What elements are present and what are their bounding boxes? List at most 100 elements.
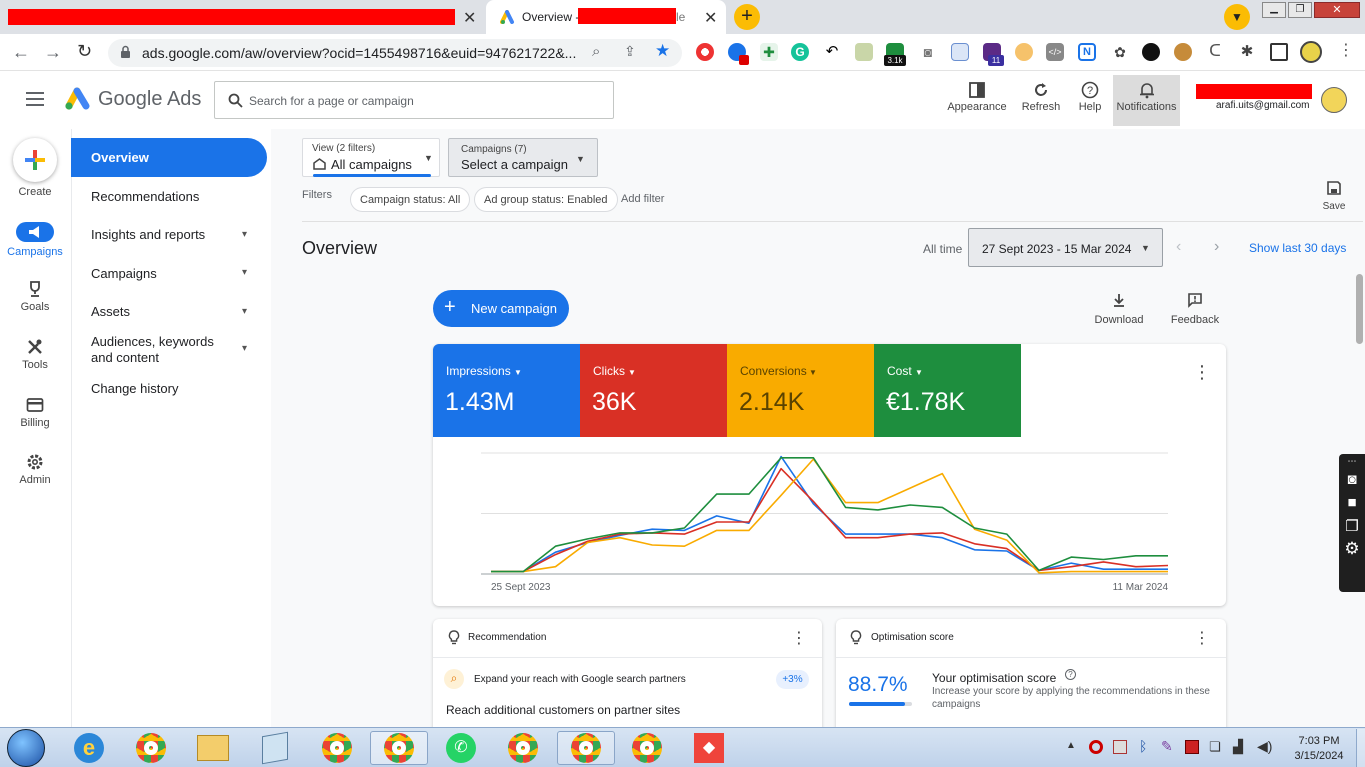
- pen-tray-icon[interactable]: ✎: [1161, 738, 1173, 755]
- nav-item-recommendations[interactable]: Recommendations: [91, 189, 199, 204]
- taskbar-whatsapp[interactable]: ✆: [440, 731, 482, 765]
- new-tab-button[interactable]: +: [734, 4, 760, 30]
- feedback-button[interactable]: Feedback: [1168, 292, 1222, 326]
- clipboard-tray-icon[interactable]: ❏: [1209, 739, 1221, 755]
- metric-tile-clicks[interactable]: Clicks ▼ 36K: [580, 344, 727, 437]
- show-hidden-icons-icon[interactable]: ▲: [1066, 740, 1076, 751]
- help-button[interactable]: ? Help: [1060, 78, 1120, 124]
- more-options-icon[interactable]: ⋮: [791, 628, 807, 648]
- more-options-icon[interactable]: ⋮: [1194, 628, 1210, 648]
- eye-extension-icon[interactable]: [1142, 43, 1160, 61]
- page-scrollbar-thumb[interactable]: [1356, 274, 1363, 344]
- recommendation-item[interactable]: Expand your reach with Google search par…: [474, 674, 686, 685]
- admin-rail-item[interactable]: Admin: [0, 453, 70, 486]
- c-extension-icon[interactable]: ᑕ: [1206, 43, 1224, 61]
- close-tab-icon[interactable]: ✕: [704, 8, 717, 28]
- window-capture-icon[interactable]: ❐: [1339, 517, 1365, 535]
- taskbar-chrome[interactable]: [130, 731, 172, 765]
- pokeball-extension-icon[interactable]: [696, 43, 714, 61]
- image-extension-icon[interactable]: [855, 43, 873, 61]
- filter-chip-campaign-status[interactable]: Campaign status: All: [350, 187, 471, 212]
- metric-tile-conversions[interactable]: Conversions ▼ 2.14K: [727, 344, 874, 437]
- start-button[interactable]: [7, 729, 45, 767]
- grammarly-icon[interactable]: G: [791, 43, 809, 61]
- billing-rail-item[interactable]: Billing: [0, 396, 70, 429]
- save-button[interactable]: Save: [1316, 180, 1352, 212]
- appearance-button[interactable]: Appearance: [947, 78, 1007, 124]
- show-desktop-button[interactable]: [1356, 729, 1365, 767]
- search-box[interactable]: Search for a page or campaign: [214, 81, 614, 119]
- browser-menu-icon[interactable]: ⋮: [1338, 40, 1354, 60]
- camera-extension-icon[interactable]: ◙: [919, 43, 937, 61]
- reload-icon[interactable]: ↻: [77, 41, 92, 62]
- previous-period-chevron-icon[interactable]: ‹: [1176, 238, 1181, 256]
- campaign-selector-dropdown[interactable]: Campaigns (7) Select a campaign ▼: [448, 138, 598, 177]
- date-range-picker[interactable]: 27 Sept 2023 - 15 Mar 2024 ▼: [968, 228, 1163, 267]
- browser-tab-inactive[interactable]: ✕: [0, 0, 486, 34]
- window-close-button[interactable]: ✕: [1314, 2, 1360, 18]
- taskbar-chrome-active[interactable]: [370, 731, 428, 765]
- taskbar-anydesk[interactable]: ◆: [688, 731, 730, 765]
- filter-chip-ad-group-status[interactable]: Ad group status: Enabled: [474, 187, 618, 212]
- profile-avatar[interactable]: [1300, 41, 1322, 63]
- plus-extension-icon[interactable]: ✚: [760, 43, 778, 61]
- cookie-extension-icon[interactable]: [1174, 43, 1192, 61]
- metric-tile-impressions[interactable]: Impressions ▼ 1.43M: [433, 344, 580, 437]
- account-avatar[interactable]: [1321, 87, 1347, 113]
- notifications-button[interactable]: Notifications: [1113, 75, 1180, 126]
- video-record-icon[interactable]: ■: [1339, 494, 1365, 511]
- bookmark-star-icon[interactable]: ★: [655, 41, 670, 61]
- create-button[interactable]: [13, 138, 57, 182]
- taskbar-chrome-profile-4[interactable]: [557, 731, 615, 765]
- back-arrow-icon[interactable]: ←: [12, 42, 30, 63]
- taskbar-chrome-profile-5[interactable]: [626, 731, 668, 765]
- tray-app-icon[interactable]: [1113, 740, 1127, 754]
- tab-search-chevron-icon[interactable]: ▼: [1224, 4, 1250, 30]
- curl-extension-icon[interactable]: ↶: [823, 43, 841, 61]
- nav-item-insights[interactable]: Insights and reports: [91, 227, 205, 242]
- nav-item-assets[interactable]: Assets: [91, 304, 130, 319]
- taskbar-notepad[interactable]: [254, 731, 296, 765]
- browser-tab-active[interactable]: Overview - le ✕: [486, 0, 726, 34]
- zoom-icon[interactable]: ⌕: [592, 43, 600, 60]
- chevron-down-icon[interactable]: ▾: [242, 229, 247, 240]
- goals-rail-item[interactable]: Goals: [0, 280, 70, 313]
- bluetooth-icon[interactable]: ᛒ: [1139, 738, 1147, 754]
- campaigns-rail-item[interactable]: [16, 222, 54, 242]
- help-icon[interactable]: ?: [1065, 669, 1076, 680]
- nav-item-audiences[interactable]: Audiences, keywords and content: [91, 334, 236, 366]
- more-options-icon[interactable]: ⋮: [1193, 362, 1211, 383]
- orange-extension-icon[interactable]: [1015, 43, 1033, 61]
- extensions-puzzle-icon[interactable]: ✱: [1238, 43, 1256, 61]
- widget-handle-icon[interactable]: ⋯: [1339, 456, 1365, 467]
- n-extension-icon[interactable]: N: [1078, 43, 1096, 61]
- close-tab-icon[interactable]: ✕: [463, 8, 476, 28]
- taskbar-chrome-profile-r[interactable]: [316, 731, 358, 765]
- new-campaign-button[interactable]: + New campaign: [433, 290, 569, 327]
- chevron-down-icon[interactable]: ▾: [242, 267, 247, 278]
- taskbar-internet-explorer[interactable]: e: [68, 731, 110, 765]
- metric-tile-cost[interactable]: Cost ▼ €1.78K: [874, 344, 1021, 437]
- record-tray-icon[interactable]: [1089, 740, 1103, 754]
- side-panel-icon[interactable]: [1270, 43, 1288, 61]
- chevron-down-icon[interactable]: ▾: [242, 343, 247, 354]
- taskbar-chrome-profile-s[interactable]: [502, 731, 544, 765]
- share-icon[interactable]: ⇪: [624, 43, 636, 60]
- chevron-down-icon[interactable]: ▾: [242, 306, 247, 317]
- nav-item-campaigns[interactable]: Campaigns: [91, 266, 157, 281]
- clock[interactable]: 7:03 PM 3/15/2024: [1284, 734, 1354, 764]
- tools-rail-item[interactable]: Tools: [0, 338, 70, 371]
- volume-icon[interactable]: ◀): [1257, 738, 1272, 755]
- nav-item-change-history[interactable]: Change history: [91, 381, 178, 396]
- hamburger-menu-icon[interactable]: [26, 92, 44, 106]
- bug-extension-icon[interactable]: ✿: [1111, 43, 1129, 61]
- maximize-button[interactable]: ❐: [1288, 2, 1312, 18]
- search-input[interactable]: Search for a page or campaign: [249, 94, 414, 108]
- network-signal-icon[interactable]: ▟: [1233, 739, 1243, 755]
- forward-arrow-icon[interactable]: →: [44, 42, 62, 63]
- pdf-tray-icon[interactable]: [1185, 740, 1199, 754]
- taskbar-file-explorer[interactable]: [192, 731, 234, 765]
- minimize-button[interactable]: ▁: [1262, 2, 1286, 18]
- screenshot-camera-icon[interactable]: ◙: [1339, 471, 1365, 488]
- show-last-30-days-link[interactable]: Show last 30 days: [1249, 241, 1346, 255]
